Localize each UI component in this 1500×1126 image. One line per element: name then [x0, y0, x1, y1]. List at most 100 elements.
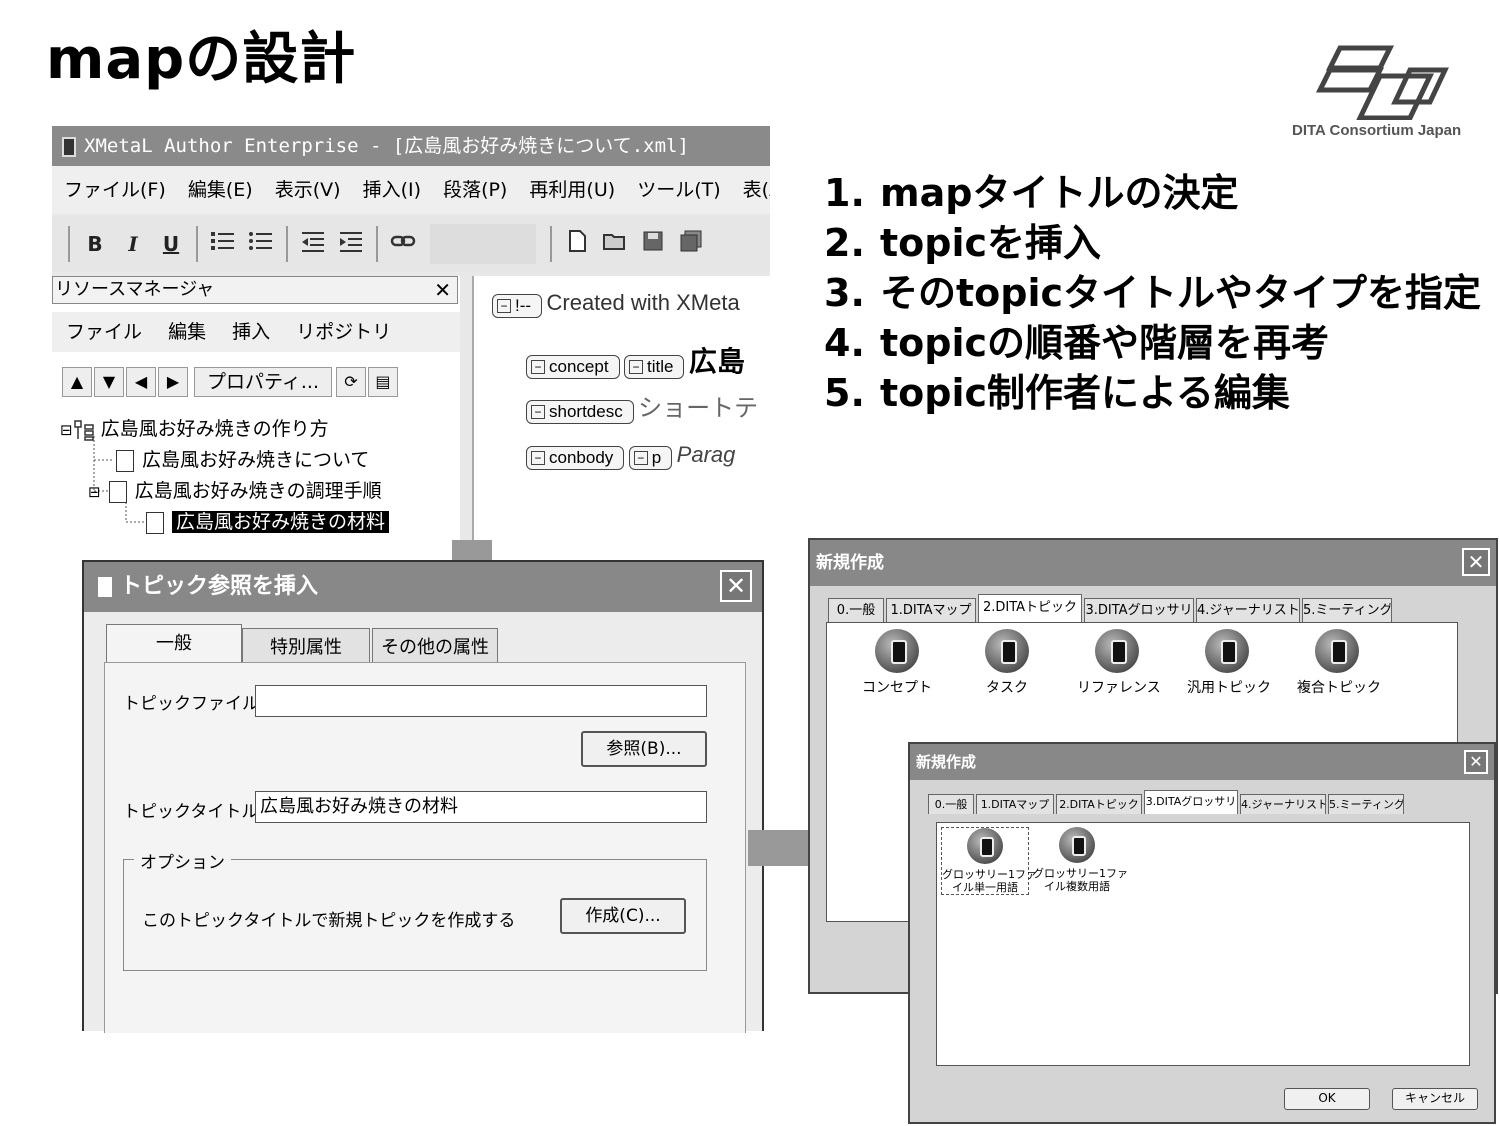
- tab-meeting[interactable]: 5.ミーティング: [1328, 794, 1404, 814]
- dialog-titlebar: トピック参照を挿入: [84, 562, 762, 612]
- document-settings-icon[interactable]: ▤: [367, 367, 398, 397]
- conbody-tag[interactable]: − conbody: [526, 445, 625, 470]
- tab-dita-glossary[interactable]: 3.DITAグロッサリ: [1144, 790, 1238, 814]
- close-button[interactable]: ✕: [720, 570, 752, 602]
- topic-title-field[interactable]: 広島風お好み焼きの材料: [255, 791, 707, 823]
- tree-item-topic[interactable]: ⊟ 広島風お好み焼きの調理手順: [88, 476, 382, 507]
- menu-edit[interactable]: 編集(E): [188, 179, 253, 201]
- collapse-icon[interactable]: −: [629, 360, 643, 375]
- tree-item-topic-selected[interactable]: 広島風お好み焼きの材料: [146, 507, 390, 538]
- toolbar-dropdown[interactable]: [430, 224, 536, 264]
- collapse-icon[interactable]: −: [497, 299, 511, 314]
- open-folder-icon[interactable]: [600, 229, 630, 259]
- resource-manager-menu: ファイル 編集 挿入 リポジトリ: [52, 312, 460, 352]
- template-composite-topic[interactable]: 複合トピック: [1297, 629, 1381, 697]
- template-icon: [1315, 629, 1359, 673]
- template-label: タスク: [986, 680, 1028, 696]
- template-glossary-multiple[interactable]: グロッサリー1ファ イル複数用語: [1033, 827, 1128, 893]
- tree-item-map[interactable]: ⊟ 広島風お好み焼きの作り方: [60, 414, 329, 445]
- arrow-left-icon[interactable]: ◀: [126, 367, 156, 397]
- refresh-icon[interactable]: ⟳: [335, 367, 366, 397]
- tab-dita-glossary[interactable]: 3.DITAグロッサリ: [1084, 598, 1194, 622]
- bold-button[interactable]: B: [80, 229, 110, 259]
- rm-menu-file[interactable]: ファイル: [66, 321, 142, 343]
- tab-dita-topic[interactable]: 2.DITAトピック: [978, 594, 1082, 622]
- save-icon[interactable]: [638, 229, 668, 259]
- collapse-icon[interactable]: −: [633, 451, 648, 466]
- tab-other-attributes[interactable]: その他の属性: [372, 628, 498, 666]
- tab-dita-map[interactable]: 1.DITAマップ: [886, 598, 976, 622]
- tab-journalist[interactable]: 4.ジャーナリスト: [1240, 794, 1326, 814]
- tab-general[interactable]: 一般: [106, 624, 242, 666]
- cancel-button[interactable]: キャンセル: [1392, 1088, 1478, 1110]
- tree-item-label: 広島風お好み焼きについて: [142, 449, 370, 471]
- arrow-down-icon[interactable]: ▼: [94, 367, 124, 397]
- topic-file-field[interactable]: [255, 685, 707, 717]
- template-task[interactable]: タスク: [967, 629, 1047, 697]
- template-generic-topic[interactable]: 汎用トピック: [1187, 629, 1271, 697]
- menu-view[interactable]: 表示(V): [275, 179, 341, 201]
- bullet-list-icon[interactable]: [246, 229, 276, 259]
- rm-menu-edit[interactable]: 編集: [168, 321, 206, 343]
- p-tag[interactable]: − p: [628, 445, 673, 470]
- xml-editor-pane[interactable]: − !-- Created with XMeta − concept − title …: [472, 276, 770, 556]
- tab-journalist[interactable]: 4.ジャーナリスト: [1196, 598, 1300, 622]
- title-tag[interactable]: − title: [624, 354, 685, 379]
- tab-special-attributes[interactable]: 特別属性: [242, 628, 370, 666]
- xmetal-toolbar: B I U: [52, 216, 770, 272]
- close-icon[interactable]: ✕: [434, 277, 451, 303]
- menu-paragraph[interactable]: 段落(P): [443, 179, 507, 201]
- xmetal-titlebar: XMetaL Author Enterprise - [広島風お好み焼きについて…: [52, 126, 770, 166]
- template-label: リファレンス: [1077, 680, 1161, 696]
- template-glossary-single[interactable]: グロッサリー1ファ イル単一用語: [941, 827, 1037, 895]
- menu-table[interactable]: 表(A): [743, 179, 770, 201]
- collapse-icon[interactable]: −: [531, 451, 545, 466]
- menu-reuse[interactable]: 再利用(U): [529, 179, 615, 201]
- comment-tag[interactable]: − !--: [492, 293, 543, 318]
- tab-dita-map[interactable]: 1.DITAマップ: [976, 794, 1054, 814]
- dita-consortium-logo: DITA Consortium Japan: [1280, 40, 1480, 150]
- italic-button[interactable]: I: [118, 229, 148, 259]
- collapse-icon[interactable]: −: [531, 405, 545, 420]
- save-all-icon[interactable]: [676, 229, 706, 259]
- link-icon[interactable]: [388, 229, 418, 259]
- tab-meeting[interactable]: 5.ミーティング: [1302, 598, 1392, 622]
- dialog-titlebar: 新規作成: [910, 744, 1494, 780]
- indent-icon[interactable]: [336, 229, 366, 259]
- create-button[interactable]: 作成(C)...: [560, 898, 686, 934]
- logo-mark-icon: [1315, 45, 1449, 121]
- close-button[interactable]: ✕: [1464, 750, 1488, 774]
- ok-button[interactable]: OK: [1284, 1088, 1370, 1110]
- underline-button[interactable]: U: [156, 229, 186, 259]
- collapse-icon[interactable]: −: [531, 360, 545, 375]
- menu-insert[interactable]: 挿入(I): [363, 179, 421, 201]
- browse-button[interactable]: 参照(B)...: [581, 731, 707, 767]
- tab-general[interactable]: 0.一般: [828, 598, 884, 622]
- menu-file[interactable]: ファイル(F): [64, 179, 166, 201]
- properties-button[interactable]: プロパティ...: [194, 367, 332, 397]
- close-button[interactable]: ✕: [1462, 548, 1490, 576]
- template-icon: [1205, 629, 1249, 673]
- template-concept[interactable]: コンセプト: [857, 629, 937, 697]
- template-icon: [1095, 629, 1139, 673]
- resource-manager-title-text: リソースマネージャ: [55, 279, 215, 300]
- tab-dita-topic[interactable]: 2.DITAトピック: [1056, 794, 1142, 814]
- template-label: イル複数用語: [1044, 880, 1110, 893]
- outdent-icon[interactable]: [298, 229, 328, 259]
- tab-general[interactable]: 0.一般: [928, 794, 974, 814]
- concept-tag[interactable]: − concept: [526, 354, 620, 379]
- template-reference[interactable]: リファレンス: [1077, 629, 1161, 697]
- arrow-right-icon[interactable]: ▶: [158, 367, 188, 397]
- arrow-up-icon[interactable]: ▲: [62, 367, 92, 397]
- new-document-icon[interactable]: [562, 229, 592, 259]
- collapse-icon[interactable]: ⊟: [60, 421, 73, 439]
- tree-item-topic[interactable]: 広島風お好み焼きについて: [116, 445, 369, 476]
- numbered-list-icon[interactable]: [208, 229, 238, 259]
- collapse-icon[interactable]: ⊟: [88, 483, 101, 501]
- menu-tools[interactable]: ツール(T): [637, 179, 720, 201]
- new-document-dialog-glossary: 新規作成 ✕ 0.一般 1.DITAマップ 2.DITAトピック 3.DITAグ…: [908, 742, 1496, 1124]
- rm-menu-insert[interactable]: 挿入: [232, 321, 270, 343]
- rm-menu-repository[interactable]: リポジトリ: [296, 321, 391, 343]
- create-topic-text: このトピックタイトルで新規トピックを作成する: [142, 911, 516, 931]
- shortdesc-tag[interactable]: − shortdesc: [526, 399, 634, 424]
